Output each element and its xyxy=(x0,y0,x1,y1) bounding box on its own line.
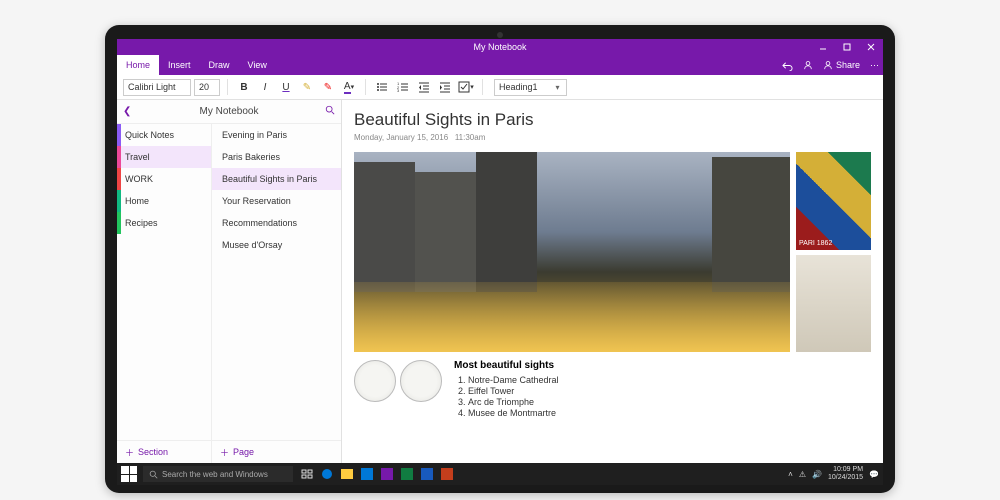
taskbar-app-edge[interactable] xyxy=(319,466,335,482)
section-item[interactable]: Travel xyxy=(117,146,211,168)
taskbar-clock[interactable]: 10:09 PM10/24/2015 xyxy=(828,466,863,481)
camera-dot xyxy=(497,32,503,38)
svg-text:3: 3 xyxy=(397,88,400,93)
coin-image[interactable] xyxy=(400,360,442,402)
undo-button[interactable] xyxy=(782,60,793,71)
photo-thumb[interactable] xyxy=(796,255,871,353)
screen: My Notebook Home Insert Draw View Share … xyxy=(117,39,883,485)
bold-button[interactable]: B xyxy=(235,78,253,96)
font-color-button[interactable]: A▾ xyxy=(340,78,358,96)
section-item[interactable]: Recipes xyxy=(117,212,211,234)
sections-list: Quick Notes Travel WORK Home Recipes xyxy=(117,124,212,440)
nav-back-button[interactable]: ❮ xyxy=(123,106,131,117)
tab-home[interactable]: Home xyxy=(117,55,159,75)
coin-image[interactable] xyxy=(354,360,396,402)
notebook-nav-panel: ❮ My Notebook Quick Notes Travel WORK Ho… xyxy=(117,100,342,463)
sight-item: Notre-Dame Cathedral xyxy=(468,375,559,385)
taskbar-search-placeholder: Search the web and Windows xyxy=(162,470,268,479)
taskbar-app-explorer[interactable] xyxy=(339,466,355,482)
sights-block: Most beautiful sights Notre-Dame Cathedr… xyxy=(454,360,559,419)
nav-search-button[interactable] xyxy=(325,105,335,118)
page-item[interactable]: Beautiful Sights in Paris xyxy=(212,168,341,190)
nav-notebook-title: My Notebook xyxy=(200,106,259,117)
tab-draw[interactable]: Draw xyxy=(200,55,239,75)
checklist-button[interactable]: ▾ xyxy=(457,78,475,96)
page-item[interactable]: Musee d'Orsay xyxy=(212,234,341,256)
tablet-device-frame: My Notebook Home Insert Draw View Share … xyxy=(105,25,895,493)
plus-icon: ＋ xyxy=(220,446,229,459)
font-name-select[interactable]: Calibri Light xyxy=(123,79,191,96)
nav-header: ❮ My Notebook xyxy=(117,100,341,124)
account-button[interactable] xyxy=(803,60,813,70)
indent-decrease-button[interactable] xyxy=(415,78,433,96)
main-photo[interactable] xyxy=(354,152,790,352)
page-item[interactable]: Paris Bakeries xyxy=(212,146,341,168)
section-item[interactable]: Home xyxy=(117,190,211,212)
toolbar: Calibri Light 20 B I U ✎ ✎ A▾ 123 ▾ Head… xyxy=(117,75,883,100)
indent-increase-button[interactable] xyxy=(436,78,454,96)
page-item[interactable]: Recommendations xyxy=(212,212,341,234)
numbered-list-button[interactable]: 123 xyxy=(394,78,412,96)
share-button[interactable]: Share xyxy=(823,60,860,70)
page-title: Beautiful Sights in Paris xyxy=(354,110,871,130)
taskbar-app-onenote[interactable] xyxy=(379,466,395,482)
tray-volume-icon[interactable]: 🔊 xyxy=(812,470,822,479)
photo-thumb[interactable]: PARI 1862 xyxy=(796,152,871,250)
sights-heading: Most beautiful sights xyxy=(454,360,559,371)
tab-insert[interactable]: Insert xyxy=(159,55,200,75)
task-view-button[interactable] xyxy=(299,466,315,482)
tab-view[interactable]: View xyxy=(239,55,276,75)
tray-expand-icon[interactable]: ˄ xyxy=(788,470,793,479)
taskbar-app-powerpoint[interactable] xyxy=(439,466,455,482)
section-item[interactable]: WORK xyxy=(117,168,211,190)
tray-network-icon[interactable]: ⚠ xyxy=(799,470,806,479)
font-size-select[interactable]: 20 xyxy=(194,79,220,96)
highlight-button[interactable]: ✎ xyxy=(298,78,316,96)
sight-item: Musee de Montmartre xyxy=(468,408,559,418)
share-label: Share xyxy=(836,60,860,70)
italic-button[interactable]: I xyxy=(256,78,274,96)
page-datetime: Monday, January 15, 2016 11:30am xyxy=(354,133,871,142)
sight-item: Arc de Triomphe xyxy=(468,397,559,407)
window-minimize-button[interactable] xyxy=(811,39,835,55)
page-item[interactable]: Evening in Paris xyxy=(212,124,341,146)
section-item[interactable]: Quick Notes xyxy=(117,124,211,146)
ribbon-more-button[interactable]: ⋯ xyxy=(870,60,879,71)
page-canvas[interactable]: Beautiful Sights in Paris Monday, Januar… xyxy=(342,100,883,463)
windows-taskbar: Search the web and Windows ˄ ⚠ 🔊 10:09 P… xyxy=(117,463,883,485)
plus-icon: ＋ xyxy=(125,446,134,459)
add-section-button[interactable]: ＋Section xyxy=(117,441,212,463)
coin-images xyxy=(354,360,442,419)
window-maximize-button[interactable] xyxy=(835,39,859,55)
window-title: My Notebook xyxy=(473,42,526,52)
taskbar-search[interactable]: Search the web and Windows xyxy=(143,466,293,482)
underline-button[interactable]: U xyxy=(277,78,295,96)
paragraph-style-select[interactable]: Heading1 xyxy=(494,79,567,96)
add-page-button[interactable]: ＋Page xyxy=(212,441,341,463)
sight-item: Eiffel Tower xyxy=(468,386,559,396)
action-center-icon[interactable]: 💬 xyxy=(869,470,879,479)
start-button[interactable] xyxy=(121,466,137,482)
taskbar-app-excel[interactable] xyxy=(399,466,415,482)
taskbar-app-store[interactable] xyxy=(359,466,375,482)
page-item[interactable]: Your Reservation xyxy=(212,190,341,212)
pages-list: Evening in Paris Paris Bakeries Beautifu… xyxy=(212,124,341,440)
window-titlebar: My Notebook xyxy=(117,39,883,55)
bulleted-list-button[interactable] xyxy=(373,78,391,96)
taskbar-app-word[interactable] xyxy=(419,466,435,482)
ribbon-tabs: Home Insert Draw View Share ⋯ xyxy=(117,55,883,75)
ink-button[interactable]: ✎ xyxy=(319,78,337,96)
window-close-button[interactable] xyxy=(859,39,883,55)
